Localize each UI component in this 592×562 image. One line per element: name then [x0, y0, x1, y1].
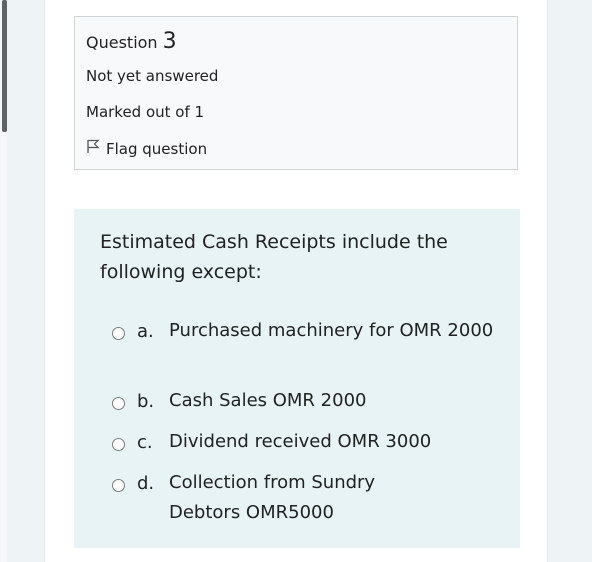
option-letter: a.	[137, 321, 154, 342]
answer-option-b[interactable]: b. Cash Sales OMR 2000	[112, 390, 499, 416]
question-content: Estimated Cash Receipts include the foll…	[74, 209, 520, 548]
answer-status: Not yet answered	[86, 67, 219, 85]
option-letter: b.	[137, 391, 155, 412]
option-text: Dividend received OMR 3000	[169, 431, 432, 452]
question-label: Question	[86, 33, 158, 52]
question-title: Question 3	[86, 29, 177, 54]
radio-button[interactable]	[112, 397, 125, 410]
flag-icon	[86, 139, 106, 158]
scrollbar-thumb[interactable]	[2, 0, 7, 132]
option-text: Purchased machinery for OMR 2000	[169, 320, 494, 341]
flag-question-link[interactable]: Flag question	[86, 139, 207, 158]
radio-button[interactable]	[112, 438, 125, 451]
radio-button[interactable]	[112, 479, 125, 492]
option-letter: c.	[137, 432, 153, 453]
option-text: Cash Sales OMR 2000	[169, 390, 367, 411]
option-text: Collection from Sundry Debtors OMR5000	[169, 472, 376, 523]
radio-button[interactable]	[112, 327, 125, 340]
question-info-box: Question 3 Not yet answered Marked out o…	[74, 16, 518, 170]
question-text: Estimated Cash Receipts include the foll…	[100, 231, 448, 283]
left-edge	[0, 0, 7, 562]
page-container: Question 3 Not yet answered Marked out o…	[44, 0, 548, 562]
flag-question-label: Flag question	[106, 139, 208, 158]
answer-option-c[interactable]: c. Dividend received OMR 3000	[112, 431, 499, 457]
marks-info: Marked out of 1	[86, 103, 205, 121]
question-number: 3	[162, 29, 177, 54]
answer-option-d[interactable]: d. Collection from Sundry Debtors OMR500…	[112, 472, 419, 528]
answer-option-a[interactable]: a. Purchased machinery for OMR 2000	[112, 320, 499, 346]
option-letter: d.	[137, 473, 155, 494]
